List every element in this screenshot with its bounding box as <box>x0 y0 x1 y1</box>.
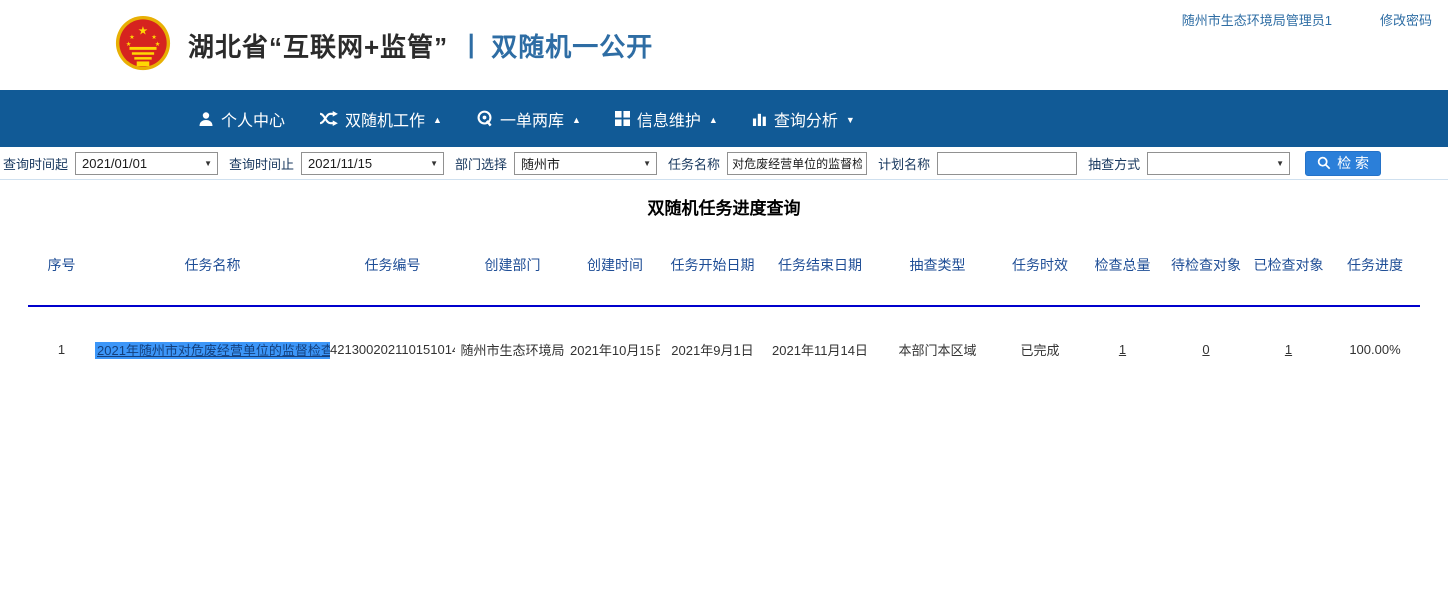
site-title-main: 湖北省“互联网+监管” <box>188 32 448 62</box>
department-select[interactable]: 随州市 ▼ <box>514 152 657 175</box>
nav-label: 一单两库 <box>500 107 564 131</box>
nav-item-info-maintenance[interactable]: 信息维护 ▲ <box>615 107 718 131</box>
svg-text:★: ★ <box>126 41 132 48</box>
nav-label: 个人中心 <box>221 107 285 131</box>
cell-end-date: 2021年11月14日 <box>765 306 875 359</box>
user-icon <box>198 111 214 127</box>
col-header-checked: 已检查对象 <box>1247 255 1330 306</box>
task-name-input[interactable] <box>727 152 867 175</box>
shuffle-icon <box>319 111 338 126</box>
task-progress-table: 序号 任务名称 任务编号 创建部门 创建时间 任务开始日期 任务结束日期 抽查类… <box>28 255 1420 359</box>
bar-chart-icon <box>752 111 767 126</box>
site-title: 湖北省“互联网+监管” 丨双随机一公开 <box>188 27 653 64</box>
pending-count-link[interactable]: 0 <box>1202 342 1209 357</box>
query-start-label: 查询时间起 <box>3 154 68 173</box>
query-start-date-select[interactable]: 2021/01/01 ▼ <box>75 152 218 175</box>
nav-item-query-analysis[interactable]: 查询分析 ▼ <box>752 107 855 131</box>
cell-pending: 0 <box>1165 306 1247 359</box>
cell-seq: 1 <box>28 306 95 359</box>
check-method-select[interactable]: ▼ <box>1147 152 1290 175</box>
table-header-row: 序号 任务名称 任务编号 创建部门 创建时间 任务开始日期 任务结束日期 抽查类… <box>28 255 1420 306</box>
col-header-progress: 任务进度 <box>1330 255 1420 306</box>
checked-count-link[interactable]: 1 <box>1285 342 1292 357</box>
dropdown-arrow-icon: ▼ <box>1276 159 1284 168</box>
nav-label: 双随机工作 <box>345 107 425 131</box>
col-header-check-type: 抽查类型 <box>875 255 1000 306</box>
department-label: 部门选择 <box>455 154 507 173</box>
svg-text:★: ★ <box>155 41 161 48</box>
cell-created: 2021年10月15日 <box>570 306 660 359</box>
col-header-task-name: 任务名称 <box>95 255 330 306</box>
search-button-label: 检 索 <box>1337 153 1369 173</box>
dropdown-arrow-icon: ▼ <box>643 159 651 168</box>
nav-item-personal-center[interactable]: 个人中心 <box>198 107 285 131</box>
grid-icon <box>615 111 630 126</box>
search-icon <box>1317 156 1331 170</box>
page-title: 双随机任务进度查询 <box>0 194 1448 219</box>
total-count-link[interactable]: 1 <box>1119 342 1126 357</box>
query-end-date-value: 2021/11/15 <box>308 156 372 171</box>
site-title-sub: 双随机一公开 <box>491 32 653 62</box>
search-button[interactable]: 检 索 <box>1305 151 1381 176</box>
col-header-total: 检查总量 <box>1080 255 1165 306</box>
chevron-up-icon: ▲ <box>572 115 581 125</box>
col-header-created: 创建时间 <box>570 255 660 306</box>
national-emblem-logo: ★ ★ ★ ★ ★ <box>114 13 172 77</box>
task-name-label: 任务名称 <box>668 154 720 173</box>
nav-item-one-list-two-bases[interactable]: 一单两库 ▲ <box>476 107 581 131</box>
plan-name-input[interactable] <box>937 152 1077 175</box>
col-header-start-date: 任务开始日期 <box>660 255 765 306</box>
dropdown-arrow-icon: ▼ <box>430 159 438 168</box>
query-end-label: 查询时间止 <box>229 154 294 173</box>
col-header-seq: 序号 <box>28 255 95 306</box>
nav-label: 查询分析 <box>774 107 838 131</box>
cell-total: 1 <box>1080 306 1165 359</box>
current-user-link[interactable]: 随州市生态环境局管理员1 <box>1182 10 1332 29</box>
cell-start-date: 2021年9月1日 <box>660 306 765 359</box>
department-value: 随州市 <box>521 154 560 173</box>
user-bar: 随州市生态环境局管理员1 修改密码 <box>1182 10 1432 29</box>
cell-task-name: 2021年随州市对危废经营单位的监督检查 <box>95 306 330 359</box>
chevron-up-icon: ▲ <box>709 115 718 125</box>
title-divider: 丨 <box>458 32 485 62</box>
col-header-pending: 待检查对象 <box>1165 255 1247 306</box>
query-start-date-value: 2021/01/01 <box>82 156 147 171</box>
nav-item-double-random-work[interactable]: 双随机工作 ▲ <box>319 107 442 131</box>
check-method-label: 抽查方式 <box>1088 154 1140 173</box>
dropdown-arrow-icon: ▼ <box>204 159 212 168</box>
cell-dept: 随州市生态环境局 <box>455 306 570 359</box>
chevron-down-icon: ▼ <box>846 115 855 125</box>
nav-label: 信息维护 <box>637 107 701 131</box>
cell-status: 已完成 <box>1000 306 1080 359</box>
svg-text:★: ★ <box>138 24 148 37</box>
chevron-up-icon: ▲ <box>433 115 442 125</box>
cell-task-no: 421300202110151014 <box>330 306 455 359</box>
table-row: 1 2021年随州市对危废经营单位的监督检查 42130020211015101… <box>28 306 1420 359</box>
col-header-status: 任务时效 <box>1000 255 1080 306</box>
col-header-end-date: 任务结束日期 <box>765 255 875 306</box>
task-name-link[interactable]: 2021年随州市对危废经营单位的监督检查 <box>95 342 330 359</box>
filter-bar: 查询时间起 2021/01/01 ▼ 查询时间止 2021/11/15 ▼ 部门… <box>0 147 1448 180</box>
col-header-task-no: 任务编号 <box>330 255 455 306</box>
change-password-link[interactable]: 修改密码 <box>1380 10 1432 29</box>
plan-name-label: 计划名称 <box>878 154 930 173</box>
cell-check-type: 本部门本区域 <box>875 306 1000 359</box>
pin-icon <box>476 110 493 127</box>
col-header-dept: 创建部门 <box>455 255 570 306</box>
cell-checked: 1 <box>1247 306 1330 359</box>
query-end-date-select[interactable]: 2021/11/15 ▼ <box>301 152 444 175</box>
cell-progress: 100.00% <box>1330 306 1420 359</box>
main-nav: 个人中心 双随机工作 ▲ 一单两库 ▲ 信息维护 ▲ 查询分析 ▼ <box>0 90 1448 147</box>
